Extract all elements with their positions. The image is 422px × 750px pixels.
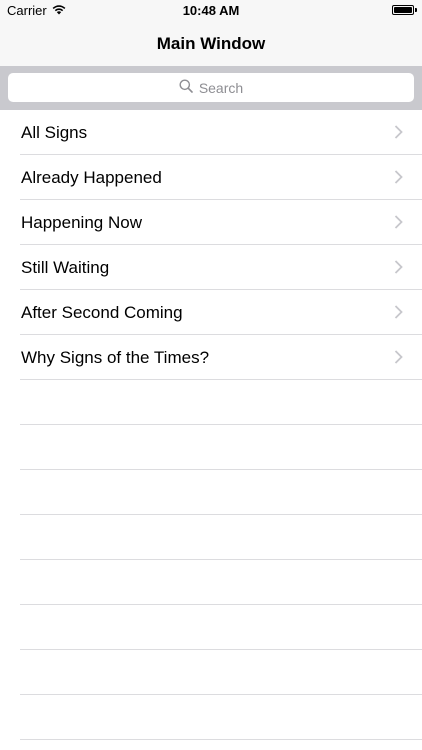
chevron-right-icon bbox=[394, 305, 403, 324]
list-item-why-signs[interactable]: Why Signs of the Times? bbox=[0, 335, 422, 380]
list-item-all-signs[interactable]: All Signs bbox=[0, 110, 422, 155]
chevron-right-icon bbox=[394, 260, 403, 279]
list-item-label: Happening Now bbox=[21, 213, 142, 232]
chevron-right-icon bbox=[394, 215, 403, 234]
empty-table-row bbox=[0, 425, 422, 470]
list-item-label: Already Happened bbox=[21, 168, 162, 187]
empty-table-row bbox=[0, 605, 422, 650]
category-list: All Signs Already Happened Happening Now… bbox=[0, 110, 422, 740]
search-placeholder: Search bbox=[198, 79, 244, 96]
list-item-after-second-coming[interactable]: After Second Coming bbox=[0, 290, 422, 335]
status-bar: Carrier 10:48 AM bbox=[0, 0, 422, 22]
navigation-bar: Main Window bbox=[0, 22, 422, 66]
status-time: 10:48 AM bbox=[182, 3, 240, 18]
empty-table-row bbox=[0, 560, 422, 605]
empty-table-row bbox=[0, 515, 422, 560]
list-item-label: All Signs bbox=[21, 123, 88, 142]
list-item-label: After Second Coming bbox=[21, 303, 183, 322]
chevron-right-icon bbox=[394, 170, 403, 189]
battery-fill bbox=[394, 7, 412, 13]
battery-tip bbox=[415, 8, 417, 12]
empty-table-row bbox=[0, 650, 422, 695]
search-icon bbox=[179, 79, 193, 96]
main-window-screen: Carrier 10:48 AM Main Window Search All … bbox=[0, 0, 422, 750]
battery-icon bbox=[392, 5, 417, 15]
chevron-right-icon bbox=[394, 125, 403, 144]
search-input[interactable]: Search bbox=[8, 73, 414, 102]
empty-table-row bbox=[0, 695, 422, 740]
empty-table-row bbox=[0, 380, 422, 425]
status-right bbox=[392, 5, 417, 15]
chevron-right-icon bbox=[394, 350, 403, 369]
page-title: Main Window bbox=[156, 34, 266, 53]
list-item-label: Still Waiting bbox=[21, 258, 110, 277]
empty-table-row bbox=[0, 470, 422, 515]
search-bar: Search bbox=[0, 66, 422, 110]
list-item-still-waiting[interactable]: Still Waiting bbox=[0, 245, 422, 290]
list-item-label: Why Signs of the Times? bbox=[21, 348, 210, 367]
list-item-happening-now[interactable]: Happening Now bbox=[0, 200, 422, 245]
list-item-already-happened[interactable]: Already Happened bbox=[0, 155, 422, 200]
